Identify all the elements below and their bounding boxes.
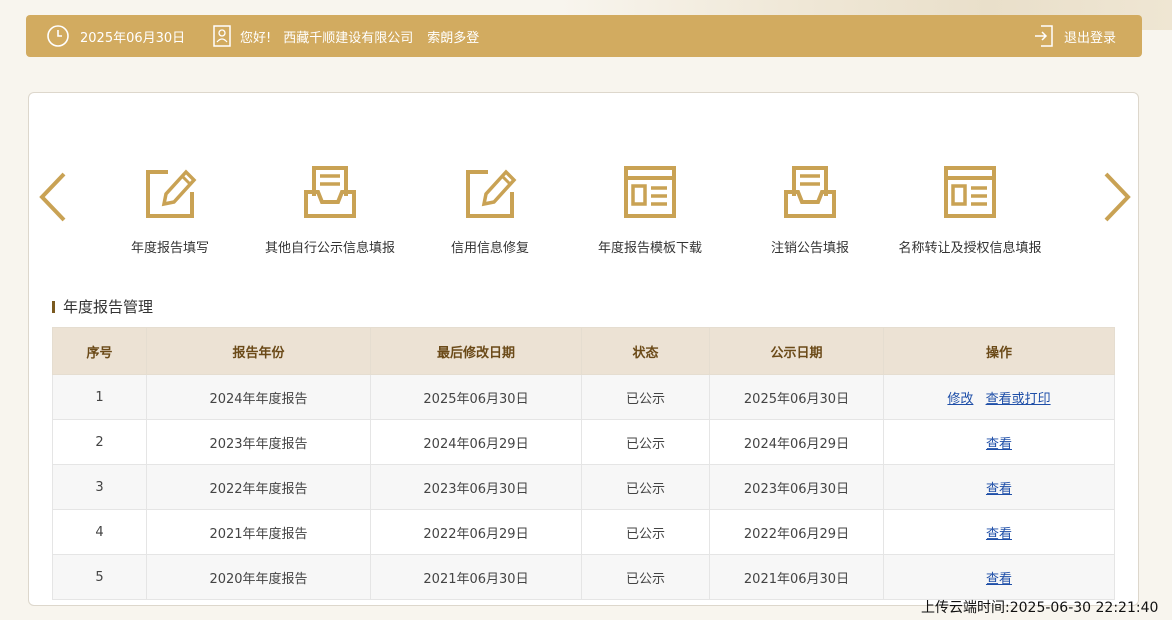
view-link[interactable]: 查看 bbox=[986, 482, 1012, 497]
table-row: 3 2022年年度报告 2023年06月30日 已公示 2023年06月30日 … bbox=[52, 464, 1115, 510]
template-window-icon bbox=[620, 162, 680, 222]
clock-icon bbox=[46, 24, 70, 48]
cell-modified: 2022年06月29日 bbox=[370, 509, 582, 555]
user-name: 索朗多登 bbox=[427, 30, 480, 46]
carousel-prev-button[interactable] bbox=[38, 170, 68, 228]
logout-label: 退出登录 bbox=[1064, 30, 1117, 46]
cell-status: 已公示 bbox=[581, 554, 710, 600]
tile-template-download[interactable]: 年度报告模板下载 bbox=[560, 162, 740, 262]
tile-credit-repair[interactable]: 信用信息修复 bbox=[400, 162, 580, 262]
logout-icon bbox=[1034, 25, 1054, 47]
greeting-text: 您好! bbox=[240, 30, 272, 46]
cell-actions: 修改 查看或打印 bbox=[883, 374, 1115, 420]
column-header: 操作 bbox=[883, 327, 1115, 375]
top-bar: 2025年06月30日 您好! 西藏千顺建设有限公司 索朗多登 退出登录 bbox=[26, 15, 1142, 57]
cell-status: 已公示 bbox=[581, 509, 710, 555]
cell-no: 5 bbox=[52, 554, 147, 600]
cell-year: 2023年年度报告 bbox=[146, 419, 371, 465]
cell-year: 2020年年度报告 bbox=[146, 554, 371, 600]
edit-link[interactable]: 修改 bbox=[947, 392, 973, 407]
cell-published: 2023年06月30日 bbox=[709, 464, 884, 510]
annual-report-table: 序号 报告年份 最后修改日期 状态 公示日期 操作 1 2024年年度报告 20… bbox=[52, 327, 1115, 600]
upload-time: 上传云端时间:2025-06-30 22:21:40 bbox=[921, 600, 1159, 616]
table-header-row: 序号 报告年份 最后修改日期 状态 公示日期 操作 bbox=[52, 327, 1115, 375]
current-date: 2025年06月30日 bbox=[80, 30, 186, 46]
cell-actions: 查看 bbox=[883, 419, 1115, 465]
tile-label: 年度报告模板下载 bbox=[597, 241, 702, 256]
cell-no: 1 bbox=[52, 374, 147, 420]
section-marker bbox=[52, 300, 55, 313]
user-greeting: 您好! 西藏千顺建设有限公司 索朗多登 bbox=[212, 15, 479, 57]
cell-actions: 查看 bbox=[883, 554, 1115, 600]
cell-year: 2021年年度报告 bbox=[146, 509, 371, 555]
carousel-next-button[interactable] bbox=[1102, 170, 1132, 228]
cell-modified: 2021年06月30日 bbox=[370, 554, 582, 600]
section-title-text: 年度报告管理 bbox=[63, 298, 154, 316]
table-row: 5 2020年年度报告 2021年06月30日 已公示 2021年06月30日 … bbox=[52, 554, 1115, 600]
chevron-left-icon bbox=[39, 172, 66, 222]
cell-actions: 查看 bbox=[883, 509, 1115, 555]
chevron-right-icon bbox=[1104, 172, 1131, 222]
view-link[interactable]: 查看 bbox=[986, 437, 1012, 452]
inbox-document-icon bbox=[300, 162, 360, 222]
tile-label: 名称转让及授权信息填报 bbox=[898, 241, 1042, 256]
table-row: 2 2023年年度报告 2024年06月29日 已公示 2024年06月29日 … bbox=[52, 419, 1115, 465]
tile-name-transfer[interactable]: 名称转让及授权信息填报 bbox=[880, 162, 1060, 262]
company-name: 西藏千顺建设有限公司 bbox=[283, 30, 414, 46]
inbox-document-icon bbox=[780, 162, 840, 222]
tile-label: 年度报告填写 bbox=[130, 241, 209, 256]
cell-year: 2022年年度报告 bbox=[146, 464, 371, 510]
view-link[interactable]: 查看 bbox=[986, 572, 1012, 587]
table-row: 1 2024年年度报告 2025年06月30日 已公示 2025年06月30日 … bbox=[52, 374, 1115, 420]
badge-icon bbox=[212, 25, 232, 47]
tile-deregistration-notice[interactable]: 注销公告填报 bbox=[720, 162, 900, 262]
cell-published: 2021年06月30日 bbox=[709, 554, 884, 600]
column-header: 状态 bbox=[581, 327, 710, 375]
cell-no: 4 bbox=[52, 509, 147, 555]
cell-modified: 2023年06月30日 bbox=[370, 464, 582, 510]
tile-label: 注销公告填报 bbox=[770, 241, 849, 256]
cell-published: 2024年06月29日 bbox=[709, 419, 884, 465]
cell-status: 已公示 bbox=[581, 419, 710, 465]
cell-modified: 2024年06月29日 bbox=[370, 419, 582, 465]
template-window-icon bbox=[940, 162, 1000, 222]
column-header: 最后修改日期 bbox=[370, 327, 582, 375]
column-header: 报告年份 bbox=[146, 327, 371, 375]
edit-form-icon bbox=[460, 162, 520, 222]
cell-modified: 2025年06月30日 bbox=[370, 374, 582, 420]
cell-status: 已公示 bbox=[581, 374, 710, 420]
view-print-link[interactable]: 查看或打印 bbox=[986, 392, 1051, 407]
date-display: 2025年06月30日 bbox=[46, 15, 185, 57]
cell-published: 2022年06月29日 bbox=[709, 509, 884, 555]
cell-status: 已公示 bbox=[581, 464, 710, 510]
cell-year: 2024年年度报告 bbox=[146, 374, 371, 420]
column-header: 公示日期 bbox=[709, 327, 884, 375]
column-header: 序号 bbox=[52, 327, 147, 375]
cell-actions: 查看 bbox=[883, 464, 1115, 510]
cell-no: 3 bbox=[52, 464, 147, 510]
cell-published: 2025年06月30日 bbox=[709, 374, 884, 420]
logout-button[interactable]: 退出登录 bbox=[1034, 15, 1116, 57]
table-row: 4 2021年年度报告 2022年06月29日 已公示 2022年06月29日 … bbox=[52, 509, 1115, 555]
tile-label: 其他自行公示信息填报 bbox=[264, 241, 395, 256]
tile-label: 信用信息修复 bbox=[450, 241, 529, 256]
tile-other-disclosure[interactable]: 其他自行公示信息填报 bbox=[240, 162, 420, 262]
section-title: 年度报告管理 bbox=[52, 296, 153, 317]
edit-form-icon bbox=[140, 162, 200, 222]
view-link[interactable]: 查看 bbox=[986, 527, 1012, 542]
cell-no: 2 bbox=[52, 419, 147, 465]
tile-annual-report-fill[interactable]: 年度报告填写 bbox=[80, 162, 260, 262]
